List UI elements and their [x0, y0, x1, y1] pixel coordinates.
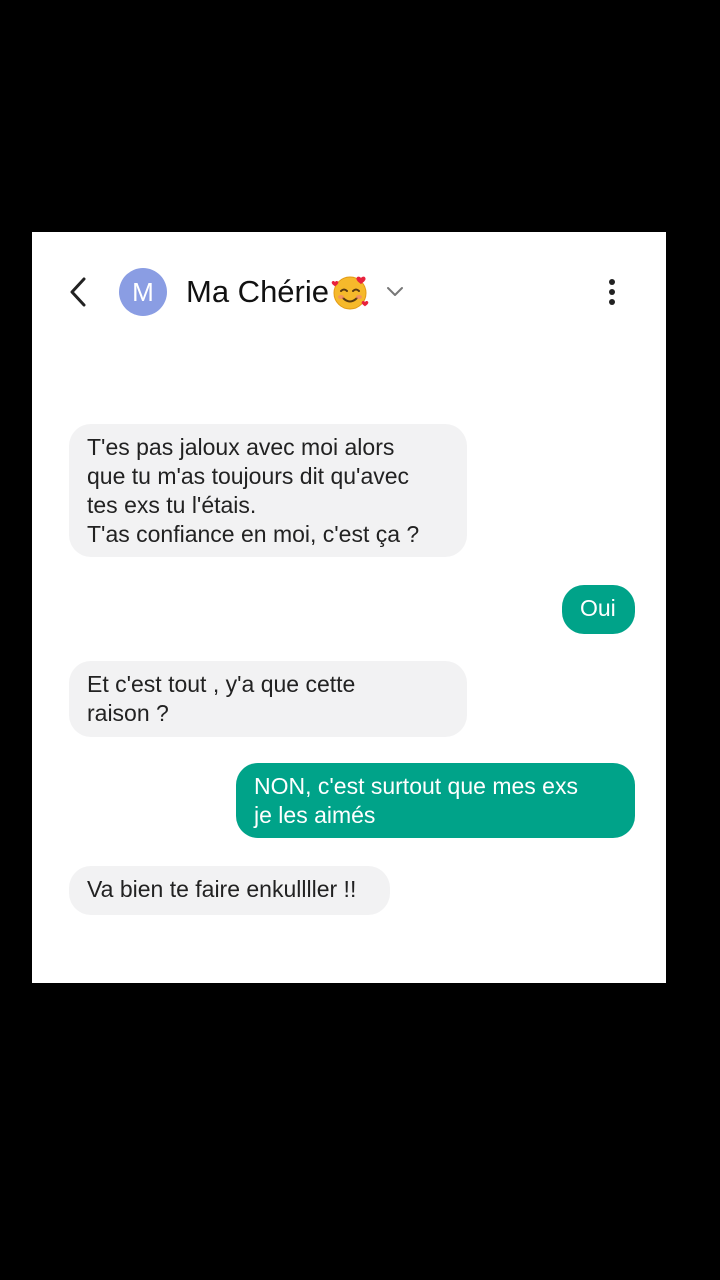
- chevron-left-icon: [70, 277, 86, 307]
- conversation-header: M Ma Chérie: [32, 232, 666, 352]
- message-incoming[interactable]: Va bien te faire enkullller !!: [69, 866, 390, 915]
- avatar[interactable]: M: [119, 268, 167, 316]
- message-outgoing[interactable]: Oui: [562, 585, 635, 634]
- more-vertical-icon: [609, 279, 615, 305]
- message-incoming[interactable]: Et c'est tout , y'a que cette raison ?: [69, 661, 467, 737]
- contact-dropdown-button[interactable]: [384, 280, 406, 302]
- chevron-down-icon: [387, 287, 403, 296]
- more-options-button[interactable]: [598, 274, 626, 310]
- message-incoming[interactable]: T'es pas jaloux avec moi alors que tu m'…: [69, 424, 467, 557]
- message-outgoing[interactable]: NON, c'est surtout que mes exs je les ai…: [236, 763, 635, 838]
- back-button[interactable]: [62, 272, 98, 312]
- contact-name[interactable]: Ma Chérie: [186, 272, 329, 312]
- conversation-screen: M Ma Chérie T'es pas jaloux avec moi alo…: [32, 232, 666, 983]
- smiling-face-with-hearts-icon: [331, 276, 369, 310]
